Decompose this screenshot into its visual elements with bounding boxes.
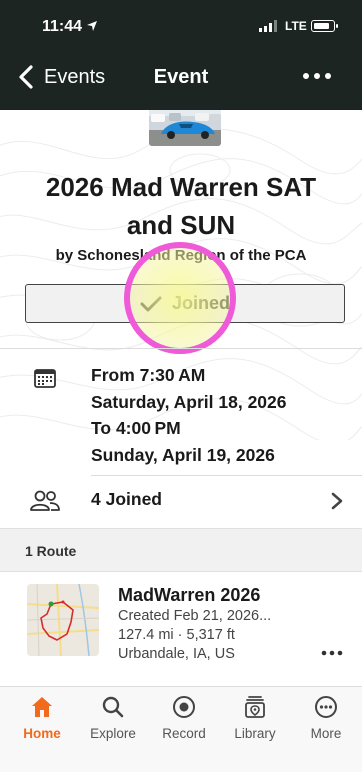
route-name: MadWarren 2026 [118, 585, 261, 605]
divider [91, 475, 362, 476]
home-icon [32, 697, 52, 717]
start-date: Saturday, April 18, 2026 [91, 391, 287, 412]
tab-label-more: More [310, 726, 342, 741]
tab-more[interactable]: More [290, 687, 362, 747]
event-schedule: From 7:30 AM Saturday, April 18, 2026 To… [0, 360, 362, 470]
people-icon [30, 490, 60, 511]
route-more-icon[interactable] [321, 650, 343, 656]
routes-section-header: 1 Route [0, 528, 362, 572]
divider [0, 348, 362, 349]
tab-record[interactable]: Record [148, 687, 220, 747]
event-title: 2026 Mad Warren SAT and SUN [20, 168, 342, 244]
route-card[interactable]: MadWarren 2026 Created Feb 21, 2026... 1… [0, 572, 362, 672]
tab-home[interactable]: Home [6, 687, 78, 747]
end-time: To 4:00 PM [91, 418, 181, 438]
nav-bar: Events Event [0, 54, 362, 100]
routes-count: 1 Route [25, 543, 77, 559]
event-cover-image [149, 110, 221, 146]
event-organizer: by Schonesland Region of the PCA [55, 247, 307, 264]
tab-library[interactable]: Library [219, 687, 291, 747]
tab-label-explore: Explore [90, 726, 136, 741]
record-icon [173, 696, 195, 718]
more-icon [315, 696, 337, 718]
tab-explore[interactable]: Explore [77, 687, 149, 747]
status-bar: 11:44 LTE [0, 14, 362, 38]
network-label: LTE [285, 19, 307, 33]
calendar-icon [34, 369, 56, 388]
checkmark-icon [140, 296, 162, 311]
app-screen: 11:44 LTE Events Event 2026 Mad Warren S… [0, 0, 362, 772]
route-map-thumbnail [27, 584, 99, 656]
top-bar: 11:44 LTE Events Event [0, 0, 362, 110]
end-date: Sunday, April 19, 2026 [91, 444, 275, 465]
location-arrow-icon [87, 21, 97, 31]
event-time-details: From 7:30 AM Saturday, April 18, 2026 To… [91, 362, 287, 468]
start-time: From 7:30 AM [91, 365, 206, 385]
library-icon [245, 696, 265, 718]
route-created: Created Feb 21, 2026... [118, 608, 272, 624]
joined-label: Joined [171, 293, 230, 313]
search-icon [102, 696, 124, 718]
status-time: 11:44 [42, 18, 83, 35]
event-title-line-2: and SUN [126, 210, 236, 240]
route-location: Urbandale, IA, US [118, 646, 235, 662]
attendees-row[interactable]: 4 Joined [0, 478, 362, 522]
bottom-tab-bar: Home Explore Record Library More [0, 686, 362, 772]
event-title-line-1: 2026 Mad Warren SAT [45, 172, 317, 202]
route-stats: 127.4 mi · 5,317 ft [118, 627, 235, 643]
attendees-count: 4 Joined [91, 489, 162, 509]
chevron-right-icon [331, 492, 343, 510]
tab-label-record: Record [162, 726, 206, 741]
tab-label-home: Home [23, 726, 61, 741]
event-content: 2026 Mad Warren SAT and SUN by Schonesla… [0, 110, 362, 686]
tab-label-library: Library [234, 726, 276, 741]
battery-icon [311, 20, 338, 32]
joined-button[interactable]: Joined [25, 284, 345, 323]
more-options-icon[interactable] [302, 68, 332, 84]
signal-icon [259, 20, 277, 32]
